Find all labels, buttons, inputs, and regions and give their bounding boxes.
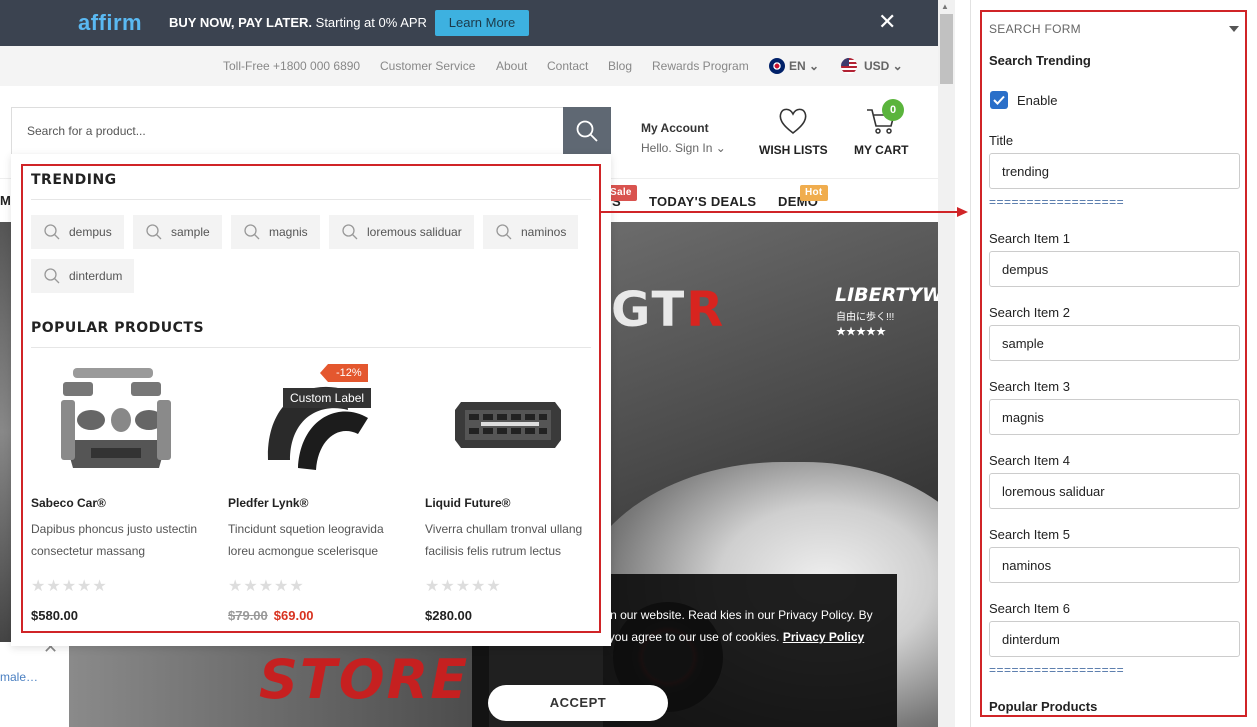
scroll-up-icon[interactable]: ▲ [941,2,949,11]
section-title: Search Trending [989,53,1091,68]
search-item-label: Search Item 5 [989,527,1070,542]
search-item-label: Search Item 1 [989,231,1070,246]
cart-count-badge: 0 [882,99,904,121]
rewards-link[interactable]: Rewards Program [652,59,749,73]
dropdown-highlight [21,164,601,633]
search-item-label: Search Item 6 [989,601,1070,616]
scroll-thumb[interactable] [940,14,953,84]
promo-text: BUY NOW, PAY LATER. Starting at 0% APR [169,15,427,30]
contact-link[interactable]: Contact [547,59,588,73]
store-preview: affirm BUY NOW, PAY LATER. Starting at 0… [0,0,938,727]
search-item-field[interactable] [989,399,1240,435]
accept-cookies-button[interactable]: ACCEPT [488,685,668,721]
popular-products-label: Popular Products [989,699,1098,714]
check-icon [993,95,1005,105]
caret-down-icon[interactable] [1229,26,1239,32]
uk-flag-icon [769,58,785,74]
nav-item-demo[interactable]: DEMO Hot [778,185,828,209]
separator-text: ================== [989,195,1125,209]
heart-icon [779,108,807,135]
search-item-field[interactable] [989,473,1240,509]
promo-bar: affirm BUY NOW, PAY LATER. Starting at 0… [0,0,938,46]
my-account[interactable]: My Account Hello. Sign In ⌄ [641,121,726,155]
search-item-field[interactable] [989,325,1240,361]
close-icon[interactable]: ✕ [878,10,896,34]
panel-title[interactable]: SEARCH FORM [989,22,1081,36]
enable-label[interactable]: Enable [1017,93,1057,108]
learn-more-button[interactable]: Learn More [435,10,529,36]
top-bar: Toll-Free +1800 000 6890 Customer Servic… [0,46,938,86]
hero-brand: LIBERTYWALK [835,284,938,306]
affirm-logo: affirm [78,10,143,35]
hot-tag: Hot [800,185,828,201]
search-item-label: Search Item 3 [989,379,1070,394]
blog-link[interactable]: Blog [608,59,632,73]
search-item-field[interactable] [989,547,1240,583]
account-title: My Account [641,121,709,135]
search-item-label: Search Item 2 [989,305,1070,320]
hero-store-text: STORE [259,648,470,711]
search-input[interactable] [12,108,564,154]
hero-edge [0,222,11,642]
callout-arrow-icon [957,207,968,217]
cart-label: MY CART [854,143,909,157]
search-item-label: Search Item 4 [989,453,1070,468]
search-item-field[interactable] [989,251,1240,287]
title-label: Title [989,133,1014,148]
search-item-field[interactable] [989,621,1240,657]
separator-text: ================== [989,663,1125,677]
search-button[interactable] [563,107,611,155]
currency-selector[interactable]: USD ⌄ [864,59,903,73]
title-field[interactable] [989,153,1240,189]
account-signin[interactable]: Hello. Sign In ⌄ [641,141,726,155]
callout-arrow-line [600,211,958,213]
about-link[interactable]: About [496,59,527,73]
nav-item-todays-deals[interactable]: TODAY'S DEALS [649,194,756,209]
partial-link[interactable]: male… [0,670,38,684]
hero-gtr-text: GTR [611,282,726,338]
hero-bottom-image: STORE [69,640,489,727]
panel-divider [970,0,971,727]
wishlist-button[interactable]: WISH LISTS [759,106,828,157]
privacy-policy-link[interactable]: Privacy Policy [783,630,864,644]
us-flag-icon [841,58,857,74]
enable-checkbox[interactable] [990,91,1008,109]
hero-brand-sub: 自由に歩く!!!★★★★★ [836,312,895,338]
language-selector[interactable]: EN ⌄ [789,59,819,73]
search-form-panel: SEARCH FORM Search Trending Enable Title… [980,10,1247,717]
search-icon [576,120,598,142]
customer-service-link[interactable]: Customer Service [380,59,475,73]
wishlist-label: WISH LISTS [759,143,828,157]
page-scrollbar[interactable]: ▲ [938,0,955,727]
nav-item-sale[interactable]: S Sale [605,185,637,209]
search-box [11,107,564,155]
toll-free-link[interactable]: Toll-Free +1800 000 6890 [223,59,360,73]
